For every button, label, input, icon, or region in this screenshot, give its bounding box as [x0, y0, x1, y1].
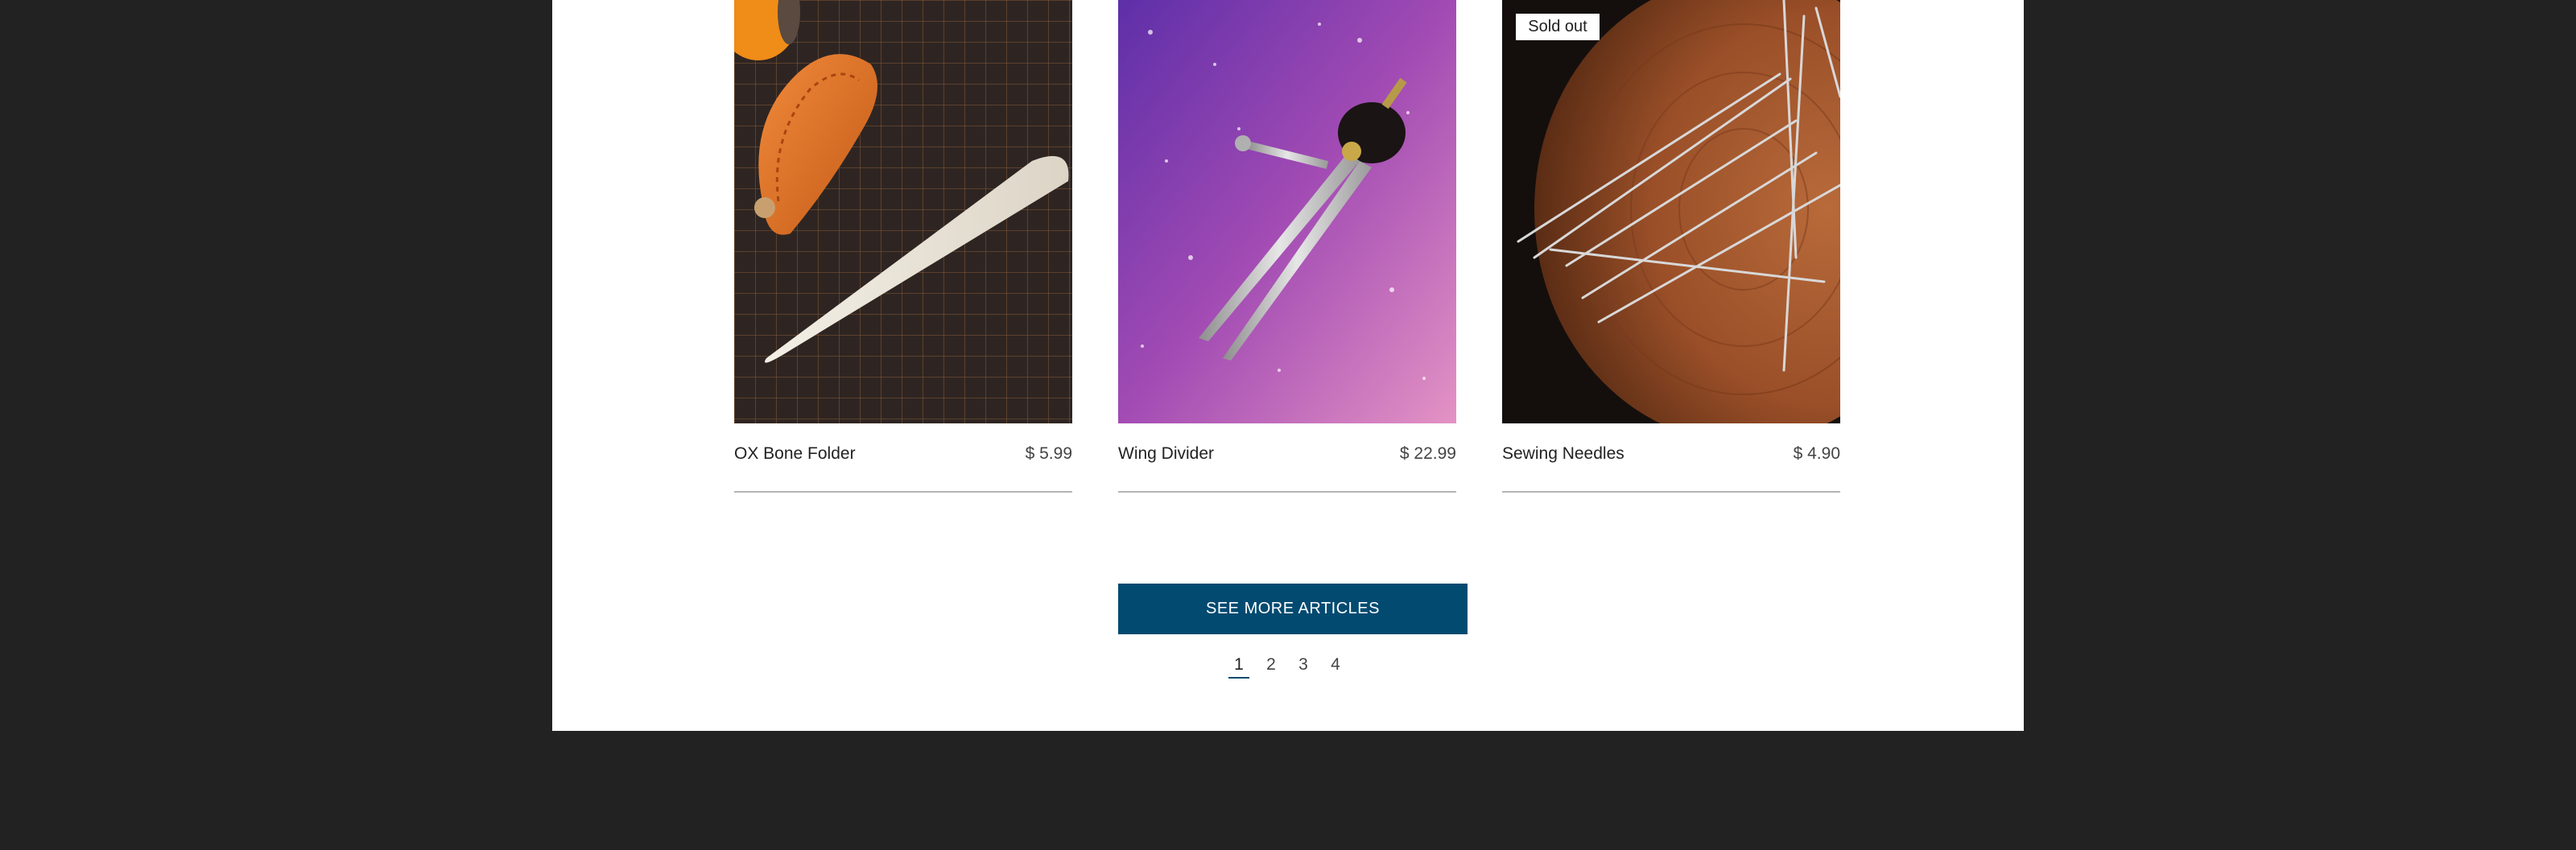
- product-info: Sewing Needles $ 4.90: [1502, 423, 1840, 493]
- content-panel: OX Bone Folder $ 5.99 Wing Divider $ 22.…: [552, 0, 2024, 731]
- product-card[interactable]: OX Bone Folder $ 5.99: [734, 0, 1072, 493]
- product-info: OX Bone Folder $ 5.99: [734, 423, 1072, 493]
- product-image-sewing-needles[interactable]: Sold out: [1502, 0, 1840, 423]
- product-name[interactable]: OX Bone Folder: [734, 444, 856, 464]
- product-image-wing-divider[interactable]: [1118, 0, 1456, 423]
- product-name[interactable]: Wing Divider: [1118, 444, 1214, 464]
- page-link-2[interactable]: 2: [1261, 653, 1282, 677]
- product-price: $ 4.90: [1793, 444, 1840, 463]
- product-name[interactable]: Sewing Needles: [1502, 444, 1624, 464]
- see-more-articles-button[interactable]: SEE MORE ARTICLES: [1118, 584, 1468, 634]
- product-grid: OX Bone Folder $ 5.99 Wing Divider $ 22.…: [734, 0, 1842, 493]
- product-image-bone-folder[interactable]: [734, 0, 1072, 423]
- page-link-4[interactable]: 4: [1325, 653, 1346, 677]
- product-price: $ 22.99: [1399, 444, 1456, 463]
- pagination: 1 2 3 4: [1228, 653, 1357, 682]
- page-link-1[interactable]: 1: [1228, 653, 1249, 679]
- product-card[interactable]: Wing Divider $ 22.99: [1118, 0, 1456, 493]
- product-card[interactable]: Sold out Sewing Needles $ 4.90: [1502, 0, 1840, 493]
- product-price: $ 5.99: [1025, 444, 1072, 463]
- page-link-3[interactable]: 3: [1293, 653, 1314, 677]
- product-info: Wing Divider $ 22.99: [1118, 423, 1456, 493]
- sold-out-badge: Sold out: [1516, 14, 1600, 40]
